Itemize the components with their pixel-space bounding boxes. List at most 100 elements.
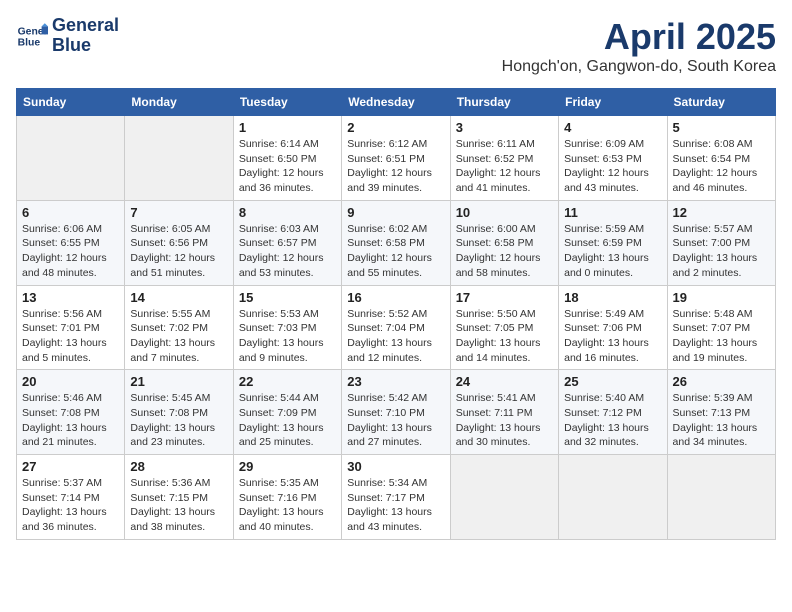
day-info: Sunrise: 6:00 AM Sunset: 6:58 PM Dayligh… [456, 222, 553, 281]
calendar-cell: 7Sunrise: 6:05 AM Sunset: 6:56 PM Daylig… [125, 200, 233, 285]
day-number: 24 [456, 374, 553, 389]
day-number: 25 [564, 374, 661, 389]
calendar-cell: 6 Sunrise: 6:06 AM Sunset: 6:55 PM Daylig… [17, 200, 125, 285]
col-header-monday: Monday [125, 89, 233, 116]
day-info: Sunrise: 5:59 AM Sunset: 6:59 PM Dayligh… [564, 222, 661, 281]
header: General Blue General Blue April 2025 Hon… [16, 16, 776, 76]
calendar-subtitle: Hongch'on, Gangwon-do, South Korea [502, 58, 776, 76]
day-number: 27 [22, 459, 119, 474]
day-info: Sunrise: 6:08 AM Sunset: 6:54 PM Dayligh… [673, 137, 770, 196]
day-number: 30 [347, 459, 444, 474]
calendar-cell: 1Sunrise: 6:14 AM Sunset: 6:50 PM Daylig… [233, 116, 341, 201]
calendar-cell: 2 Sunrise: 6:12 AM Sunset: 6:51 PM Daylig… [342, 116, 450, 201]
col-header-friday: Friday [559, 89, 667, 116]
svg-text:Blue: Blue [18, 37, 41, 48]
day-info: Sunrise: 6:09 AM Sunset: 6:53 PM Dayligh… [564, 137, 661, 196]
calendar-cell: 9Sunrise: 6:02 AM Sunset: 6:58 PM Daylig… [342, 200, 450, 285]
day-info: Sunrise: 5:34 AM Sunset: 7:17 PM Dayligh… [347, 476, 444, 535]
calendar-cell: 21Sunrise: 5:45 AM Sunset: 7:08 PM Dayli… [125, 370, 233, 455]
calendar-cell: 5 Sunrise: 6:08 AM Sunset: 6:54 PM Daylig… [667, 116, 775, 201]
calendar-week-row: 20 Sunrise: 5:46 AM Sunset: 7:08 PM Dayli… [17, 370, 776, 455]
day-number: 9 [347, 205, 444, 220]
day-info: Sunrise: 5:36 AM Sunset: 7:15 PM Dayligh… [130, 476, 227, 535]
calendar-cell: 30 Sunrise: 5:34 AM Sunset: 7:17 PM Dayli… [342, 455, 450, 540]
day-number: 23 [347, 374, 444, 389]
day-info: Sunrise: 6:06 AM Sunset: 6:55 PM Dayligh… [22, 222, 119, 281]
day-number: 2 [347, 120, 444, 135]
day-number: 22 [239, 374, 336, 389]
calendar-cell: 17Sunrise: 5:50 AM Sunset: 7:05 PM Dayli… [450, 285, 558, 370]
calendar-cell: 20 Sunrise: 5:46 AM Sunset: 7:08 PM Dayli… [17, 370, 125, 455]
calendar-week-row: 6 Sunrise: 6:06 AM Sunset: 6:55 PM Daylig… [17, 200, 776, 285]
calendar-cell [559, 455, 667, 540]
day-info: Sunrise: 6:05 AM Sunset: 6:56 PM Dayligh… [130, 222, 227, 281]
calendar-week-row: 1Sunrise: 6:14 AM Sunset: 6:50 PM Daylig… [17, 116, 776, 201]
calendar-cell: 27Sunrise: 5:37 AM Sunset: 7:14 PM Dayli… [17, 455, 125, 540]
col-header-thursday: Thursday [450, 89, 558, 116]
calendar-cell: 11 Sunrise: 5:59 AM Sunset: 6:59 PM Dayli… [559, 200, 667, 285]
logo-text: General Blue [52, 16, 119, 56]
day-info: Sunrise: 6:03 AM Sunset: 6:57 PM Dayligh… [239, 222, 336, 281]
calendar-table: SundayMondayTuesdayWednesdayThursdayFrid… [16, 88, 776, 540]
logo: General Blue General Blue [16, 16, 119, 56]
day-number: 3 [456, 120, 553, 135]
day-info: Sunrise: 5:53 AM Sunset: 7:03 PM Dayligh… [239, 307, 336, 366]
day-number: 20 [22, 374, 119, 389]
day-info: Sunrise: 5:46 AM Sunset: 7:08 PM Dayligh… [22, 391, 119, 450]
col-header-saturday: Saturday [667, 89, 775, 116]
calendar-cell [125, 116, 233, 201]
day-info: Sunrise: 5:41 AM Sunset: 7:11 PM Dayligh… [456, 391, 553, 450]
title-area: April 2025 Hongch'on, Gangwon-do, South … [502, 16, 776, 76]
calendar-cell: 25Sunrise: 5:40 AM Sunset: 7:12 PM Dayli… [559, 370, 667, 455]
calendar-cell [667, 455, 775, 540]
calendar-week-row: 13Sunrise: 5:56 AM Sunset: 7:01 PM Dayli… [17, 285, 776, 370]
day-info: Sunrise: 5:49 AM Sunset: 7:06 PM Dayligh… [564, 307, 661, 366]
day-info: Sunrise: 5:39 AM Sunset: 7:13 PM Dayligh… [673, 391, 770, 450]
day-number: 15 [239, 290, 336, 305]
day-number: 8 [239, 205, 336, 220]
calendar-header-row: SundayMondayTuesdayWednesdayThursdayFrid… [17, 89, 776, 116]
day-number: 5 [673, 120, 770, 135]
day-info: Sunrise: 6:12 AM Sunset: 6:51 PM Dayligh… [347, 137, 444, 196]
calendar-cell: 24 Sunrise: 5:41 AM Sunset: 7:11 PM Dayli… [450, 370, 558, 455]
calendar-cell: 15 Sunrise: 5:53 AM Sunset: 7:03 PM Dayli… [233, 285, 341, 370]
calendar-cell: 4Sunrise: 6:09 AM Sunset: 6:53 PM Daylig… [559, 116, 667, 201]
calendar-cell [450, 455, 558, 540]
calendar-cell: 13Sunrise: 5:56 AM Sunset: 7:01 PM Dayli… [17, 285, 125, 370]
calendar-cell: 8 Sunrise: 6:03 AM Sunset: 6:57 PM Daylig… [233, 200, 341, 285]
day-info: Sunrise: 5:50 AM Sunset: 7:05 PM Dayligh… [456, 307, 553, 366]
day-number: 6 [22, 205, 119, 220]
day-number: 18 [564, 290, 661, 305]
day-info: Sunrise: 5:56 AM Sunset: 7:01 PM Dayligh… [22, 307, 119, 366]
day-number: 19 [673, 290, 770, 305]
day-info: Sunrise: 6:11 AM Sunset: 6:52 PM Dayligh… [456, 137, 553, 196]
calendar-cell [17, 116, 125, 201]
col-header-sunday: Sunday [17, 89, 125, 116]
day-info: Sunrise: 5:35 AM Sunset: 7:16 PM Dayligh… [239, 476, 336, 535]
calendar-week-row: 27Sunrise: 5:37 AM Sunset: 7:14 PM Dayli… [17, 455, 776, 540]
col-header-wednesday: Wednesday [342, 89, 450, 116]
calendar-cell: 22 Sunrise: 5:44 AM Sunset: 7:09 PM Dayli… [233, 370, 341, 455]
calendar-cell: 18 Sunrise: 5:49 AM Sunset: 7:06 PM Dayli… [559, 285, 667, 370]
day-number: 16 [347, 290, 444, 305]
calendar-cell: 10 Sunrise: 6:00 AM Sunset: 6:58 PM Dayli… [450, 200, 558, 285]
day-info: Sunrise: 6:14 AM Sunset: 6:50 PM Dayligh… [239, 137, 336, 196]
day-number: 11 [564, 205, 661, 220]
day-info: Sunrise: 5:44 AM Sunset: 7:09 PM Dayligh… [239, 391, 336, 450]
calendar-cell: 26 Sunrise: 5:39 AM Sunset: 7:13 PM Dayli… [667, 370, 775, 455]
day-info: Sunrise: 5:55 AM Sunset: 7:02 PM Dayligh… [130, 307, 227, 366]
calendar-cell: 3 Sunrise: 6:11 AM Sunset: 6:52 PM Daylig… [450, 116, 558, 201]
calendar-cell: 19 Sunrise: 5:48 AM Sunset: 7:07 PM Dayli… [667, 285, 775, 370]
calendar-cell: 29Sunrise: 5:35 AM Sunset: 7:16 PM Dayli… [233, 455, 341, 540]
day-info: Sunrise: 5:45 AM Sunset: 7:08 PM Dayligh… [130, 391, 227, 450]
logo-icon: General Blue [16, 20, 48, 52]
calendar-title: April 2025 [502, 16, 776, 58]
day-info: Sunrise: 5:52 AM Sunset: 7:04 PM Dayligh… [347, 307, 444, 366]
calendar-cell: 14 Sunrise: 5:55 AM Sunset: 7:02 PM Dayli… [125, 285, 233, 370]
day-info: Sunrise: 5:48 AM Sunset: 7:07 PM Dayligh… [673, 307, 770, 366]
day-number: 10 [456, 205, 553, 220]
calendar-cell: 23Sunrise: 5:42 AM Sunset: 7:10 PM Dayli… [342, 370, 450, 455]
day-number: 26 [673, 374, 770, 389]
day-number: 28 [130, 459, 227, 474]
day-number: 14 [130, 290, 227, 305]
